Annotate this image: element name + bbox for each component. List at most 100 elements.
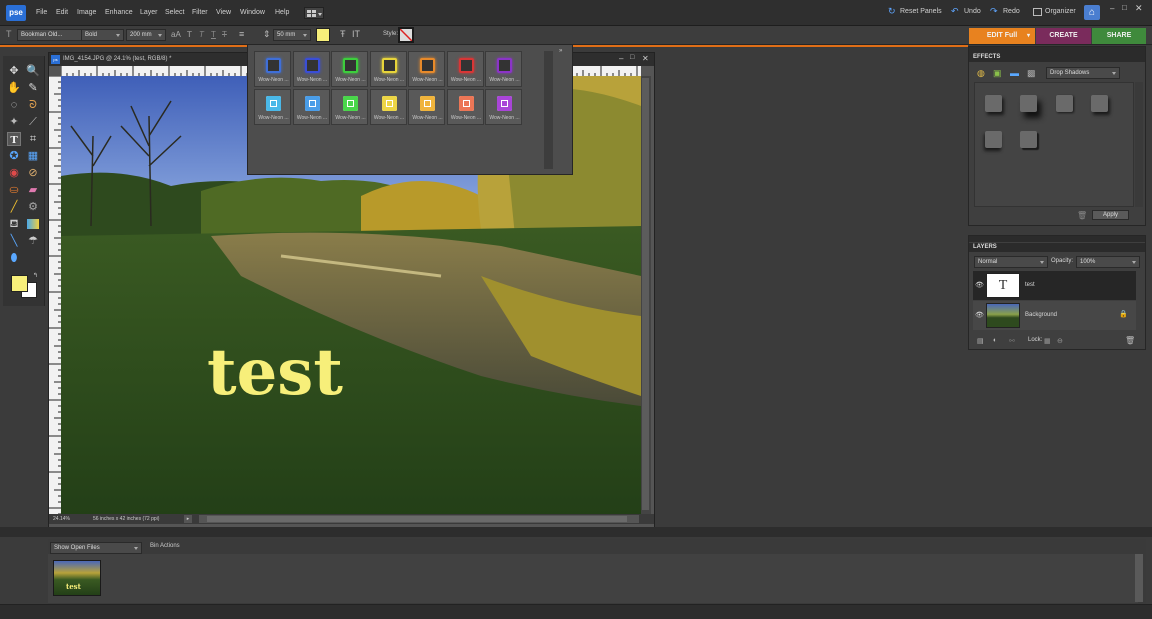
menu-select[interactable]: Select — [165, 9, 184, 16]
clone-stamp-icon[interactable]: ⛀ — [7, 183, 21, 197]
strikethrough-icon[interactable]: T — [222, 30, 227, 39]
drop-shadow-effect[interactable] — [985, 95, 1002, 112]
bin-thumbnail[interactable]: test — [53, 560, 101, 596]
menu-window[interactable]: Window — [240, 9, 265, 16]
align-icon[interactable]: ≡ — [239, 29, 244, 39]
minimize-icon[interactable]: – — [1110, 4, 1114, 13]
neon-style-swatch[interactable]: Wow-Neon ... — [446, 51, 484, 87]
doc-close-icon[interactable]: ✕ — [642, 54, 649, 63]
drop-shadow-effect[interactable] — [1020, 95, 1037, 112]
doc-minimize-icon[interactable]: – — [619, 54, 623, 63]
neon-style-swatch[interactable]: Wow-Neon ... — [254, 89, 291, 125]
foreground-color-swatch[interactable] — [11, 275, 28, 292]
hand-tool-icon[interactable]: ✋ — [7, 81, 21, 95]
neon-style-swatch[interactable]: Wow-Neon ... — [485, 51, 522, 87]
text-orientation-icon[interactable]: IT — [352, 29, 360, 39]
menu-edit[interactable]: Edit — [56, 9, 68, 16]
home-icon[interactable]: ⌂ — [1084, 5, 1100, 20]
drop-shadow-effect[interactable] — [1020, 131, 1037, 148]
visibility-eye-icon[interactable]: 👁 — [975, 311, 984, 319]
canvas-text-layer[interactable]: test — [207, 335, 343, 410]
font-size-select[interactable]: 200 mm — [126, 29, 166, 41]
drop-shadow-effect[interactable] — [1056, 95, 1073, 112]
neon-style-swatch[interactable]: Wow-Neon ... — [292, 51, 330, 87]
visibility-eye-icon[interactable]: 👁 — [975, 281, 984, 289]
tool-preset-icon[interactable]: T — [6, 29, 12, 39]
smart-brush-icon[interactable]: ⚙ — [26, 200, 40, 214]
all-effects-icon[interactable]: ▩ — [1027, 68, 1036, 79]
menu-filter[interactable]: Filter — [192, 9, 208, 16]
menu-layer[interactable]: Layer — [140, 9, 158, 16]
menu-enhance[interactable]: Enhance — [105, 9, 133, 16]
selection-brush-icon[interactable]: ⟋ — [26, 115, 40, 129]
warp-text-icon[interactable]: Ŧ — [340, 29, 346, 39]
neon-style-swatch[interactable]: Wow-Neon ... — [254, 51, 291, 87]
style-picker[interactable] — [398, 27, 414, 43]
effects-scrollbar[interactable] — [1135, 82, 1143, 207]
layer-styles-icon[interactable]: ▣ — [993, 68, 1002, 79]
layer-row-background[interactable]: 👁 Background 🔒 — [973, 301, 1136, 330]
recompose-tool-icon[interactable]: ▦ — [26, 149, 40, 163]
neon-style-swatch[interactable]: Wow-Neon ... — [331, 51, 368, 87]
magic-wand-tool-icon[interactable]: ✦ — [7, 115, 21, 129]
move-tool-icon[interactable]: ✥ — [7, 64, 21, 78]
neon-style-swatch[interactable]: Wow-Neon ... — [485, 89, 522, 125]
text-color-swatch[interactable] — [316, 28, 330, 42]
maximize-icon[interactable]: □ — [1122, 3, 1127, 12]
opacity-input[interactable]: 100% — [1076, 256, 1140, 268]
drop-shadow-effect[interactable] — [985, 131, 1002, 148]
close-icon[interactable]: ✕ — [1135, 3, 1143, 14]
blend-mode-select[interactable]: Normal — [974, 256, 1048, 268]
blur-tool-icon[interactable]: ☂ — [26, 234, 40, 248]
undo-button[interactable]: Undo — [964, 8, 981, 15]
neon-style-swatch[interactable]: Wow-Neon ... — [331, 89, 368, 125]
neon-style-swatch[interactable]: Wow-Neon ... — [369, 51, 407, 87]
lock-transparent-icon[interactable]: ▦ — [1044, 337, 1051, 345]
brush-tool-icon[interactable]: ╱ — [7, 200, 21, 214]
tab-create[interactable]: CREATE — [1036, 28, 1091, 44]
red-eye-tool-icon[interactable]: ◉ — [7, 166, 21, 180]
tab-edit[interactable]: EDIT Full ▾ — [969, 28, 1035, 44]
info-menu-icon[interactable]: ▸ — [184, 515, 192, 523]
gradient-tool-icon[interactable] — [27, 219, 39, 229]
underline-icon[interactable]: T — [211, 30, 216, 39]
horizontal-scrollbar[interactable] — [199, 515, 639, 523]
type-tool-icon[interactable]: T — [7, 132, 21, 146]
reset-panels-button[interactable]: Reset Panels — [900, 8, 942, 15]
doc-maximize-icon[interactable]: □ — [630, 54, 634, 61]
redo-button[interactable]: Redo — [1003, 8, 1020, 15]
layer-row-test[interactable]: 👁 T test — [973, 271, 1136, 300]
zoom-tool-icon[interactable]: 🔍 — [26, 64, 40, 78]
effects-category-select[interactable]: Drop Shadows — [1046, 67, 1120, 79]
neon-style-swatch[interactable]: Wow-Neon ... — [369, 89, 407, 125]
faux-italic-icon[interactable]: T — [199, 30, 204, 39]
lock-all-icon[interactable]: ⊖ — [1057, 337, 1063, 345]
vertical-scrollbar[interactable] — [641, 76, 651, 516]
anti-alias-icon[interactable]: aA — [171, 30, 181, 39]
neon-style-swatch[interactable]: Wow-Neon ... — [408, 89, 445, 125]
lasso-tool-icon[interactable]: ᘐ — [26, 98, 40, 112]
cookie-cutter-icon[interactable]: ✪ — [7, 149, 21, 163]
neon-style-swatch[interactable]: Wow-Neon ... — [408, 51, 445, 87]
drop-shadow-effect[interactable] — [1091, 95, 1108, 112]
filters-icon[interactable]: ◍ — [977, 68, 985, 79]
eyedropper-tool-icon[interactable]: ✎ — [26, 81, 40, 95]
popup-scrollbar[interactable] — [544, 51, 553, 169]
link-icon[interactable]: ⚯ — [1009, 337, 1015, 345]
trash-icon[interactable]: 🗑 — [1077, 211, 1087, 220]
healing-brush-icon[interactable]: ⊘ — [26, 166, 40, 180]
neon-style-swatch[interactable]: Wow-Neon ... — [446, 89, 484, 125]
swap-colors-icon[interactable]: ↰ — [33, 272, 38, 279]
eraser-tool-icon[interactable]: ▰ — [26, 183, 40, 197]
adjustment-layer-icon[interactable]: ◐ — [993, 337, 997, 344]
delete-layer-icon[interactable]: 🗑 — [1125, 336, 1135, 345]
sponge-tool-icon[interactable]: ⬮ — [7, 251, 21, 265]
photo-effects-icon[interactable]: ▬ — [1010, 68, 1019, 78]
line-tool-icon[interactable]: ╲ — [7, 234, 21, 248]
faux-bold-icon[interactable]: T — [187, 30, 192, 39]
popup-menu-icon[interactable]: » — [559, 48, 562, 54]
marquee-tool-icon[interactable]: ◌ — [7, 98, 21, 112]
menu-help[interactable]: Help — [275, 9, 289, 16]
bin-scrollbar[interactable] — [1135, 554, 1143, 602]
paint-bucket-icon[interactable]: ⛾ — [7, 217, 21, 231]
